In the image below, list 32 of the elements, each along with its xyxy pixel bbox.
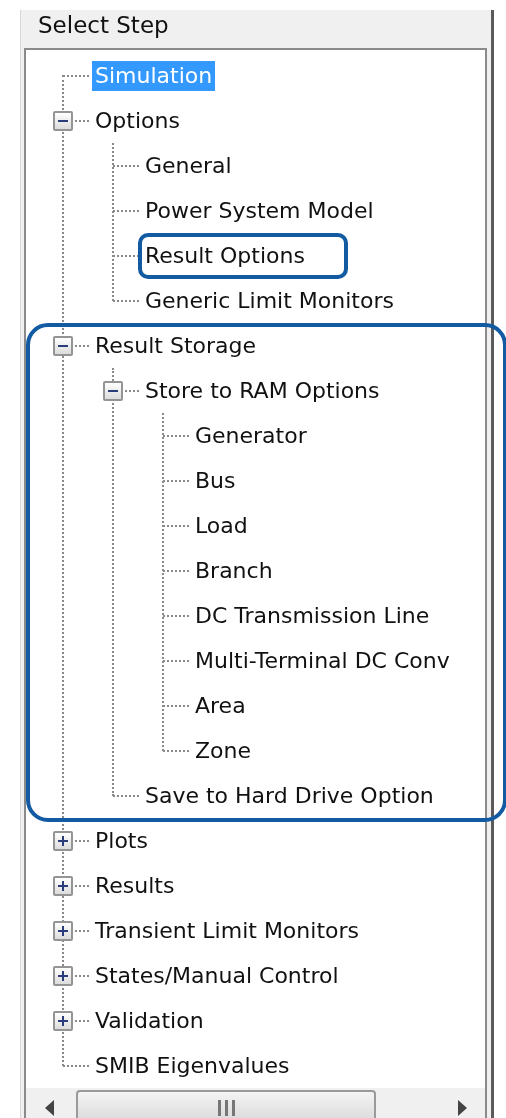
- tree-item[interactable]: Power System Model: [142, 195, 377, 226]
- group-title: Select Step: [37, 11, 169, 40]
- expand-button[interactable]: [53, 831, 73, 851]
- tree-item[interactable]: Load: [192, 510, 251, 541]
- tree-item[interactable]: Bus: [192, 465, 239, 496]
- tree-item[interactable]: Store to RAM Options: [142, 375, 383, 406]
- tree-item[interactable]: Result Storage: [92, 330, 260, 361]
- collapse-button[interactable]: [103, 381, 123, 401]
- tree-item[interactable]: Transient Limit Monitors: [92, 915, 362, 946]
- expand-button[interactable]: [53, 876, 73, 896]
- tree-item[interactable]: Validation: [92, 1005, 207, 1036]
- tree-item[interactable]: States/Manual Control: [92, 960, 342, 991]
- expand-button[interactable]: [53, 1011, 73, 1031]
- tree-item[interactable]: SMIB Eigenvalues: [92, 1050, 293, 1081]
- tree-item[interactable]: Results: [92, 870, 178, 901]
- tree-item[interactable]: Options: [92, 105, 183, 136]
- tree-item[interactable]: Save to Hard Drive Option: [142, 780, 437, 811]
- tree-item[interactable]: Zone: [192, 735, 254, 766]
- expand-button[interactable]: [53, 966, 73, 986]
- tree-item[interactable]: Multi-Terminal DC Conv: [192, 645, 453, 676]
- tree-item[interactable]: General: [142, 150, 235, 181]
- tree-item[interactable]: DC Transmission Line: [192, 600, 433, 631]
- tree-item[interactable]: Result Options: [142, 240, 308, 271]
- expand-button[interactable]: [53, 921, 73, 941]
- collapse-button[interactable]: [53, 336, 73, 356]
- collapse-button[interactable]: [53, 111, 73, 131]
- tree-item[interactable]: Generic Limit Monitors: [142, 285, 397, 316]
- tree-item[interactable]: Area: [192, 690, 249, 721]
- tree-item[interactable]: Plots: [92, 825, 151, 856]
- scroll-thumb[interactable]: [76, 1090, 376, 1118]
- tree-item[interactable]: Generator: [192, 420, 310, 451]
- tree-item[interactable]: Branch: [192, 555, 276, 586]
